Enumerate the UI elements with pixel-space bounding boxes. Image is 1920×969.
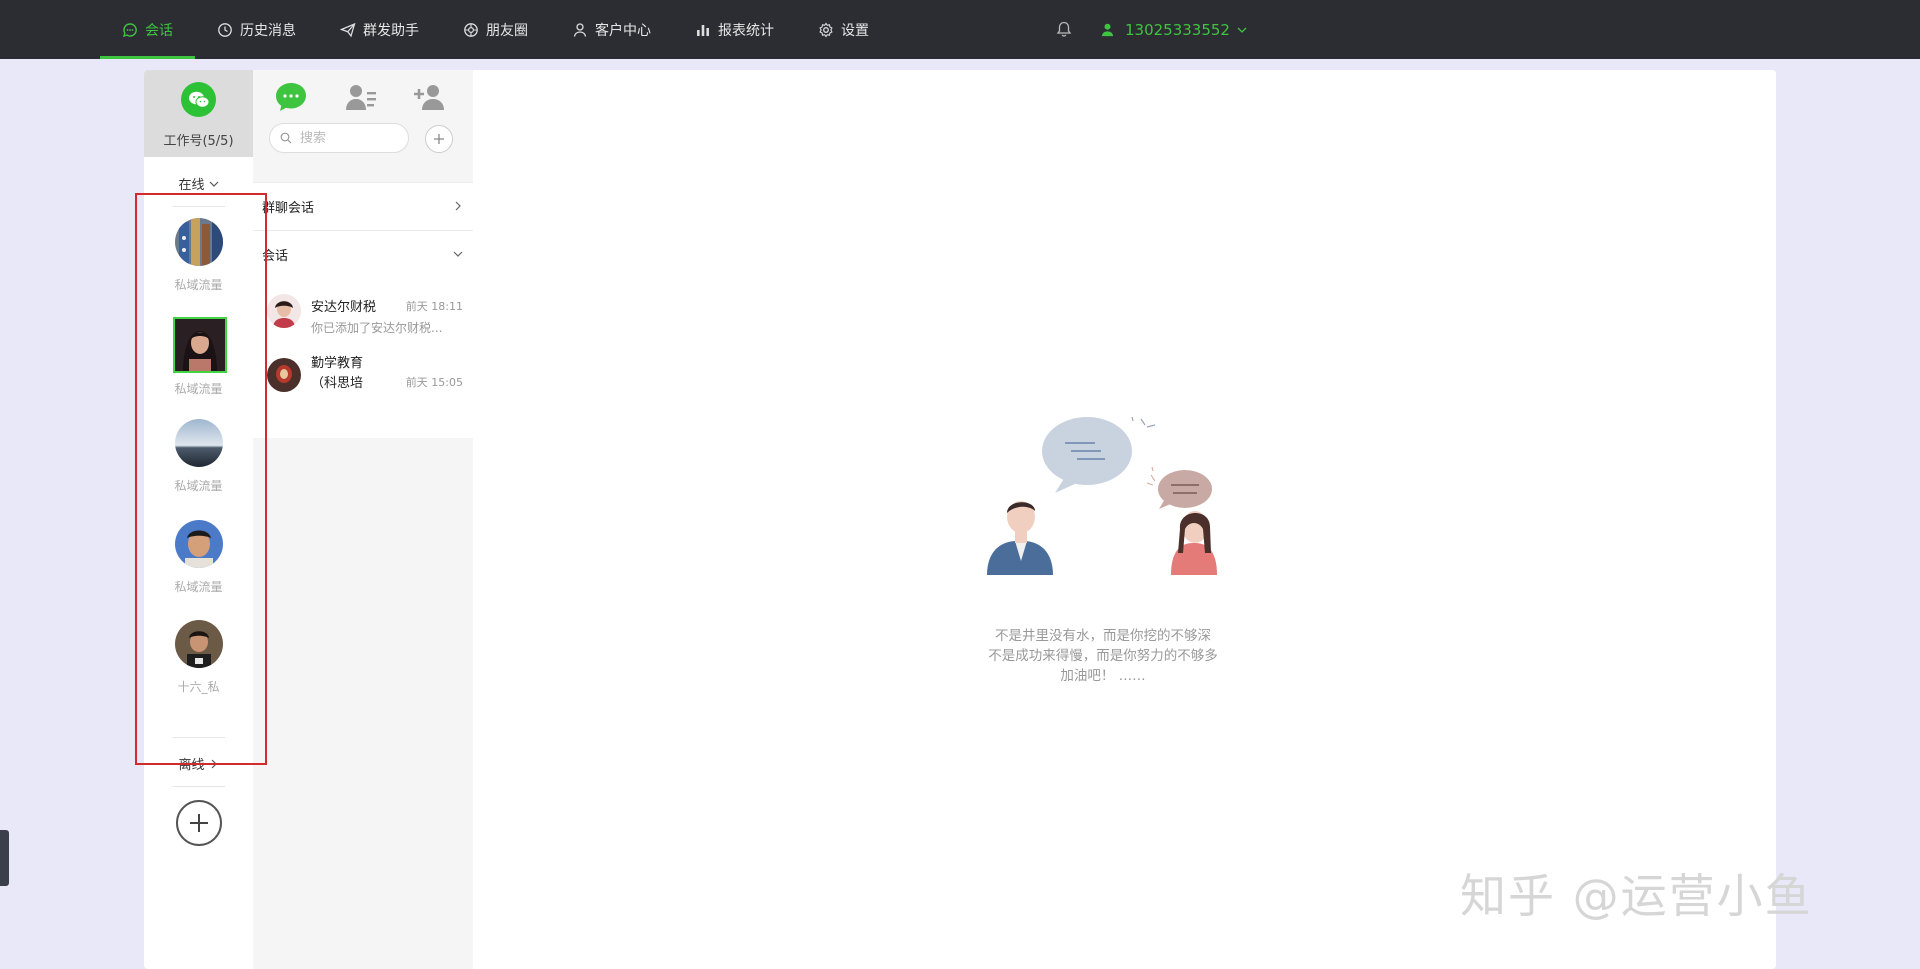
tab-add-friend[interactable] [413,80,447,114]
account-label: 十六_私 [177,680,220,694]
account-item[interactable]: 私域流量 [144,218,253,298]
divider [173,206,225,207]
main-nav: 会话 历史消息 群发助手 朋友圈 客户中心 报表统计 设置 [100,0,891,59]
account-item[interactable]: 私域流量 [144,520,253,600]
person-icon [573,22,587,37]
tab-chats[interactable] [274,80,308,114]
add-conversation-button[interactable] [425,125,453,153]
nav-item-reports[interactable]: 报表统计 [673,0,796,59]
conversation-preview: 你已添加了安达尔财税... [311,321,443,335]
avatar [267,358,301,392]
nav-item-settings[interactable]: 设置 [796,0,891,59]
conversation-time: 前天 18:11 [405,300,463,313]
nav-label: 会话 [145,22,173,39]
nav-item-customers[interactable]: 客户中心 [550,0,673,59]
send-icon [340,22,356,37]
avatar [175,419,223,467]
nav-label: 历史消息 [240,22,296,39]
conversation-item[interactable]: 勤学教育 （科思培 前天 15:05 [253,344,473,406]
section-title: 会话 [262,249,289,264]
empty-quote-line-3: 加油吧！ …… [1060,668,1146,684]
account-item[interactable]: 私域流量 [144,419,253,499]
nav-item-chat[interactable]: 会话 [100,0,195,59]
conversation-item[interactable]: 安达尔财税 前天 18:11 你已添加了安达尔财税... [253,280,473,342]
offline-label: 离线 [178,758,205,773]
tab-contacts[interactable] [344,80,378,114]
avatar [173,317,227,373]
plus-icon [434,134,444,144]
plus-icon [190,814,208,832]
online-toggle[interactable]: 在线 [144,174,253,193]
chevron-down-icon [1237,27,1247,33]
chevron-down-icon [209,181,218,187]
conversation-time: 前天 15:05 [405,376,463,389]
gear-icon [819,22,833,37]
conversation-name: 勤学教育 [311,356,364,371]
conversation-panel: 群聊会话 会话 安达尔财税 前天 18:11 你已添加了安达尔财税... 勤学教 [253,70,473,969]
search-box[interactable] [269,123,409,153]
avatar [175,620,223,668]
nav-label: 朋友圈 [486,22,528,39]
avatar [175,520,223,568]
divider [173,737,225,738]
add-account-button[interactable] [176,800,222,846]
nav-label: 群发助手 [363,22,419,39]
chat-illustration [987,416,1217,575]
account-item[interactable]: 十六_私 [144,620,253,700]
conversation-name: 安达尔财税 [311,300,377,315]
chat-icon [123,22,137,37]
chat-bubble-icon [276,83,306,111]
section-title: 群聊会话 [262,201,315,216]
nav-item-broadcast[interactable]: 群发助手 [318,0,441,59]
conversation-name-continued: （科思培 [311,376,364,391]
chevron-right-icon [211,759,217,768]
aperture-icon [464,22,478,37]
main-panel: 工作号(5/5) 在线 私域流量 私域流量 私域流量 私域流量 十六_私 离线 … [144,70,1776,969]
search-input[interactable] [298,129,402,147]
avatar [175,218,223,266]
account-item-selected[interactable]: 私域流量 [144,317,253,397]
bell-icon[interactable] [1055,20,1073,38]
side-drawer-handle[interactable] [0,830,9,886]
conversation-toolbar [253,70,473,182]
group-chats-section[interactable]: 群聊会话 [253,182,473,230]
work-account-header[interactable]: 工作号(5/5) [144,70,253,157]
add-user-icon [414,85,444,110]
user-menu[interactable]: 13025333552 [1100,0,1258,59]
empty-quote-line-2: 不是成功来得慢，而是你努力的不够多 [988,648,1218,664]
chat-empty-state: 不是井里没有水，而是你挖的不够深 不是成功来得慢，而是你努力的不够多 加油吧！ … [473,70,1776,969]
empty-quote-line-1: 不是井里没有水，而是你挖的不够深 [995,628,1211,644]
wechat-icon [181,82,216,117]
divider [173,786,225,787]
nav-item-history[interactable]: 历史消息 [195,0,318,59]
avatar [267,294,301,328]
watermark: 知乎 @运营小鱼 [1460,869,1813,923]
account-sidebar: 工作号(5/5) 在线 私域流量 私域流量 私域流量 私域流量 十六_私 离线 [144,70,253,969]
account-label: 私域流量 [174,278,223,292]
chevron-down-icon [453,251,463,257]
nav-item-moments[interactable]: 朋友圈 [441,0,550,59]
search-icon [280,132,292,144]
nav-label: 报表统计 [718,22,774,39]
user-phone: 13025333552 [1125,20,1230,39]
top-navigation-bar: 会话 历史消息 群发助手 朋友圈 客户中心 报表统计 设置 1302533355… [0,0,1920,59]
conversation-list: 群聊会话 会话 安达尔财税 前天 18:11 你已添加了安达尔财税... 勤学教 [253,182,473,438]
user-icon [1101,23,1114,37]
nav-label: 客户中心 [595,22,651,39]
work-account-count: 工作号(5/5) [163,134,234,149]
bar-chart-icon [697,24,709,36]
account-label: 私域流量 [174,580,223,594]
nav-label: 设置 [841,22,869,39]
clock-icon [218,22,232,37]
offline-toggle[interactable]: 离线 [144,754,253,773]
account-label: 私域流量 [174,479,223,493]
contacts-icon [346,85,376,110]
online-label: 在线 [178,178,205,193]
account-label: 私域流量 [174,382,223,396]
chats-section[interactable]: 会话 [253,230,473,278]
chevron-right-icon [455,201,461,211]
